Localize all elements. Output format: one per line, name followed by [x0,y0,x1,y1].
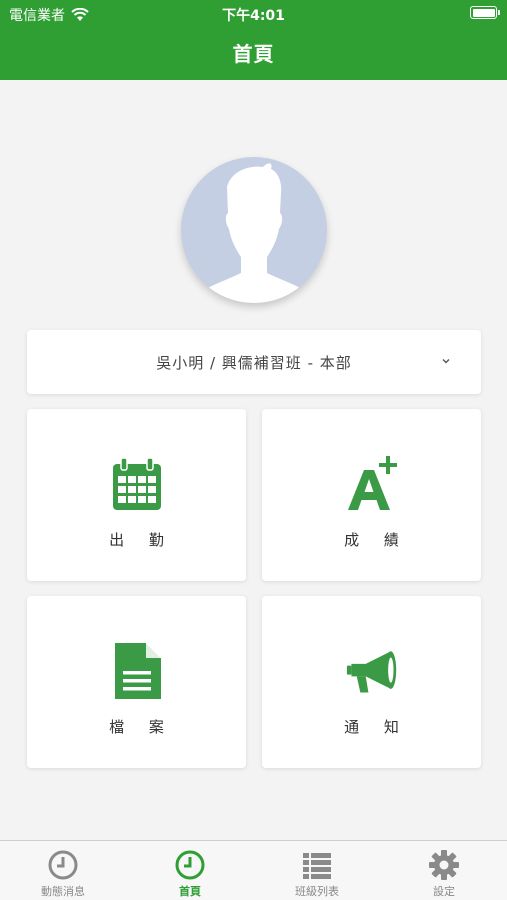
calendar-icon [113,457,161,510]
files-card[interactable]: 檔 案 [27,596,246,768]
list-icon [303,853,331,879]
megaphone-icon [346,651,397,693]
status-bar: 電信業者 下午4:01 [0,0,507,28]
files-label: 檔 案 [109,718,174,736]
tab-home-label: 首頁 [179,885,201,898]
chevron-down-icon [442,359,450,364]
page-title: 首頁 [232,42,275,66]
attendance-card[interactable]: 出 勤 [27,409,246,581]
document-icon [115,643,161,699]
avatar[interactable] [181,157,327,303]
tab-news-feed-label: 動態消息 [41,885,85,898]
tab-class-list-label: 班級列表 [295,885,339,898]
clock-icon [175,850,205,880]
gear-icon [429,850,459,880]
tab-bar: 動態消息 首頁 班級列表 設定 [0,840,507,900]
grades-card[interactable]: 成 績 [262,409,481,581]
notifications-label: 通 知 [344,718,409,736]
status-time: 下午4:01 [222,8,285,24]
notifications-card[interactable]: 通 知 [262,596,481,768]
tab-settings[interactable]: 設定 [381,841,507,900]
attendance-label: 出 勤 [109,531,174,549]
grades-label: 成 績 [344,531,409,549]
grade-a-plus-icon [348,456,397,510]
student-school-selector[interactable]: 吳小明 / 興儒補習班 - 本部 [27,330,481,394]
tab-settings-label: 設定 [433,885,455,898]
clock-icon [48,850,78,880]
tab-home[interactable]: 首頁 [127,841,253,900]
selector-label: 吳小明 / 興儒補習班 - 本部 [156,354,352,372]
tab-class-list[interactable]: 班級列表 [254,841,380,900]
battery-icon [470,6,500,19]
tab-news-feed[interactable]: 動態消息 [0,841,126,900]
app-header: 電信業者 下午4:01 首頁 [0,0,507,80]
person-silhouette-icon [199,163,309,303]
